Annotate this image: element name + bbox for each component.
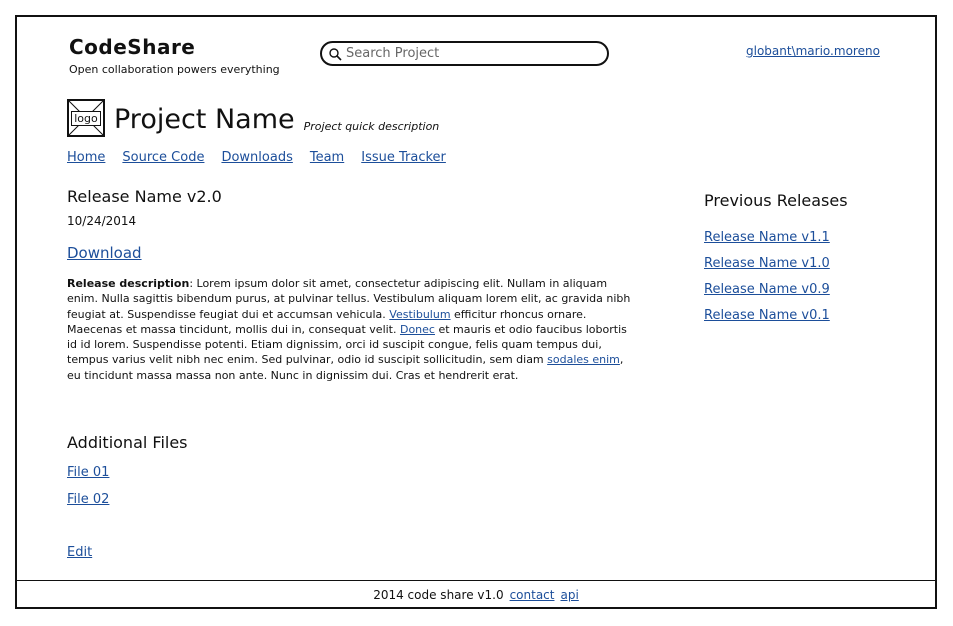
magnifier-icon [329, 47, 342, 61]
brand: CodeShare Open collaboration powers ever… [69, 35, 280, 76]
previous-releases-title: Previous Releases [704, 191, 848, 210]
release-link-v1-1[interactable]: Release Name v1.1 [704, 230, 830, 245]
file-link-01[interactable]: File 01 [67, 465, 109, 480]
footer: 2014 code share v1.0 contact api [17, 588, 935, 602]
release-link-v0-9[interactable]: Release Name v0.9 [704, 282, 830, 297]
search-input[interactable] [346, 46, 596, 61]
project-description: Project quick description [303, 120, 440, 133]
edit-link[interactable]: Edit [67, 545, 92, 560]
brand-title[interactable]: CodeShare [69, 35, 280, 59]
file-link-02[interactable]: File 02 [67, 492, 109, 507]
release-details: Release Name v2.0 10/24/2014 Download Re… [67, 187, 637, 383]
user-account-link[interactable]: globant\mario.moreno [746, 44, 880, 58]
description-link-donec[interactable]: Donec [400, 323, 435, 336]
previous-releases-list: Release Name v1.1 Release Name v1.0 Rele… [704, 230, 848, 323]
description-link-vestibulum[interactable]: Vestibulum [389, 308, 450, 321]
release-date: 10/24/2014 [67, 214, 137, 228]
previous-releases: Previous Releases Release Name v1.1 Rele… [704, 191, 848, 334]
release-link-v1-0[interactable]: Release Name v1.0 [704, 256, 830, 271]
project-logo: logo [67, 99, 105, 137]
list-item: Release Name v0.1 [704, 308, 848, 323]
nav-issue-tracker[interactable]: Issue Tracker [361, 150, 446, 165]
footer-contact-link[interactable]: contact [510, 588, 555, 602]
footer-divider [17, 580, 935, 581]
release-description: Release description: Lorem ipsum dolor s… [67, 276, 637, 383]
footer-text: 2014 code share v1.0 [373, 588, 504, 602]
nav-team[interactable]: Team [310, 150, 344, 165]
nav-source-code[interactable]: Source Code [122, 150, 204, 165]
release-description-label: Release description [67, 277, 190, 290]
nav-home[interactable]: Home [67, 150, 105, 165]
list-item: Release Name v0.9 [704, 282, 848, 297]
additional-files-title: Additional Files [67, 433, 188, 452]
project-header: logo Project Name Project quick descript… [67, 99, 439, 137]
description-link-sodales-enim[interactable]: sodales enim [547, 353, 620, 366]
brand-tagline: Open collaboration powers everything [69, 63, 280, 76]
project-name: Project Name [114, 104, 295, 135]
list-item: Release Name v1.0 [704, 256, 848, 271]
project-nav: Home Source Code Downloads Team Issue Tr… [67, 150, 446, 165]
download-link[interactable]: Download [67, 244, 142, 262]
list-item: Release Name v1.1 [704, 230, 848, 245]
page-frame: CodeShare Open collaboration powers ever… [15, 15, 937, 609]
release-link-v0-1[interactable]: Release Name v0.1 [704, 308, 830, 323]
nav-downloads[interactable]: Downloads [221, 150, 292, 165]
release-name: Release Name v2.0 [67, 187, 222, 206]
footer-api-link[interactable]: api [560, 588, 578, 602]
logo-label: logo [71, 110, 101, 126]
search-box[interactable] [320, 41, 609, 66]
